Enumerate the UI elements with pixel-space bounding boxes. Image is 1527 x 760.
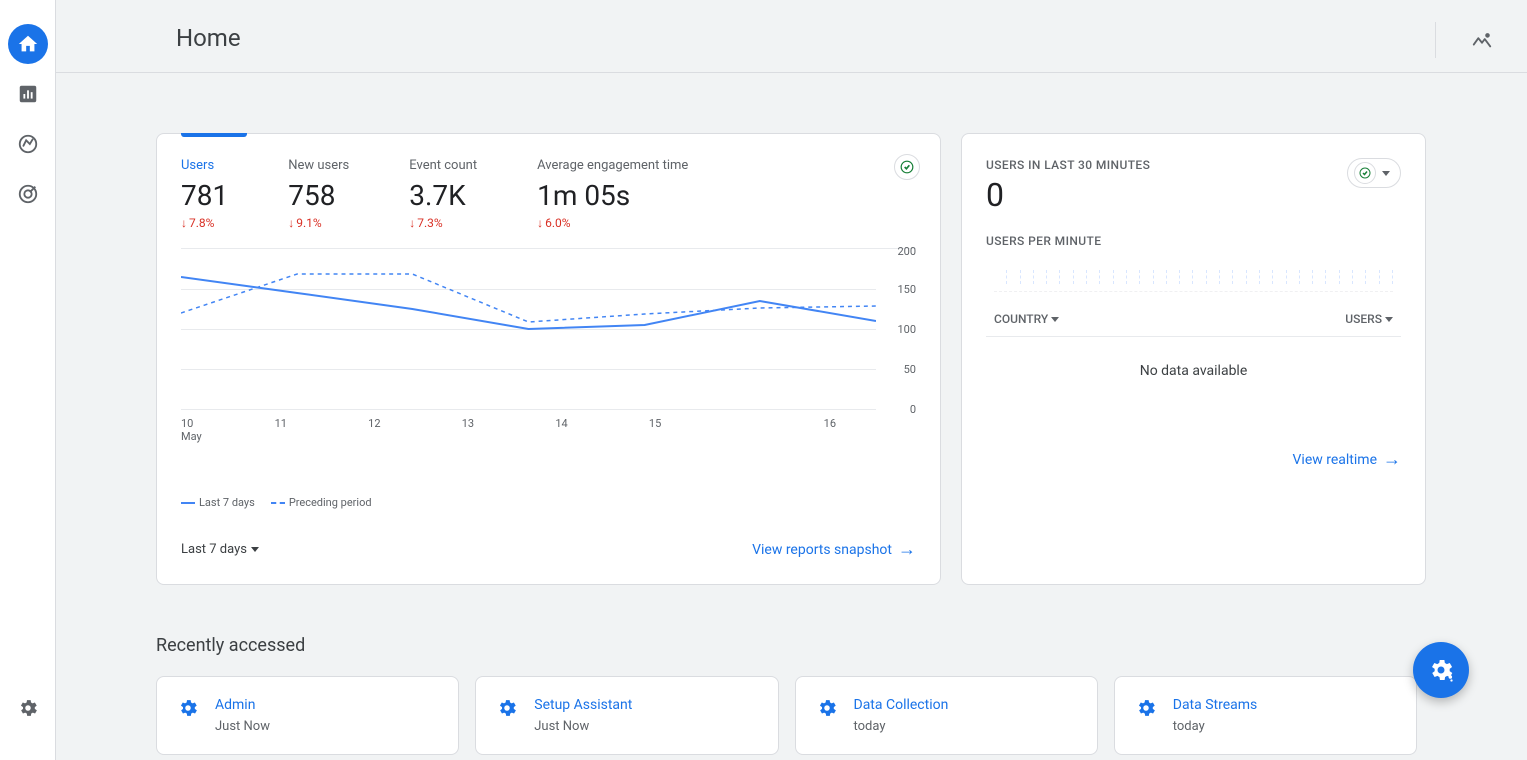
realtime-users-label: USERS IN LAST 30 MINUTES <box>986 158 1150 172</box>
nav-advertising[interactable] <box>8 174 48 214</box>
page-header: Home <box>56 0 1527 73</box>
insights-button[interactable] <box>1435 22 1499 58</box>
users-per-minute-chart <box>994 262 1393 292</box>
recent-card-admin[interactable]: AdminJust Now <box>156 676 459 755</box>
date-range-selector[interactable]: Last 7 days <box>181 542 259 557</box>
metric-engagement[interactable]: Average engagement time 1m 05s ↓6.0% <box>537 158 688 230</box>
home-icon <box>17 33 39 55</box>
realtime-users-value: 0 <box>986 176 1150 214</box>
active-tab-indicator <box>181 133 247 137</box>
check-icon <box>1359 167 1371 179</box>
insights-icon <box>1471 29 1493 51</box>
metrics-card: Users 781 ↓7.8% New users 758 ↓9.1% Even… <box>156 133 941 585</box>
explore-icon <box>17 133 39 155</box>
gear-icon <box>496 697 518 719</box>
realtime-table-header: COUNTRY USERS <box>986 312 1401 337</box>
sidebar <box>0 0 56 760</box>
gear-icon <box>1135 697 1157 719</box>
view-reports-link[interactable]: View reports snapshot→ <box>752 539 916 560</box>
users-chart: 200 150 100 50 0 1011121314151 <box>181 248 916 438</box>
users-column[interactable]: USERS <box>1345 312 1393 326</box>
line-chart-svg <box>181 249 876 411</box>
recent-card-setup[interactable]: Setup AssistantJust Now <box>475 676 778 755</box>
view-realtime-link[interactable]: View realtime→ <box>1293 449 1401 470</box>
reports-icon <box>17 83 39 105</box>
nav-admin[interactable] <box>8 688 48 728</box>
recent-card-data-streams[interactable]: Data Streamstoday <box>1114 676 1417 755</box>
gear-sparkle-icon <box>1427 656 1455 684</box>
nav-home[interactable] <box>8 24 48 64</box>
target-icon <box>17 183 39 205</box>
metric-event-count[interactable]: Event count 3.7K ↓7.3% <box>409 158 477 230</box>
metric-new-users[interactable]: New users 758 ↓9.1% <box>288 158 349 230</box>
fab-setup[interactable] <box>1413 642 1469 698</box>
status-badge[interactable] <box>894 154 920 180</box>
realtime-card: USERS IN LAST 30 MINUTES 0 USERS PER MIN… <box>961 133 1426 585</box>
no-data-message: No data available <box>986 337 1401 449</box>
recent-card-data-collection[interactable]: Data Collectiontoday <box>795 676 1098 755</box>
realtime-status-pill[interactable] <box>1347 158 1401 188</box>
recently-accessed-heading: Recently accessed <box>156 635 1417 656</box>
country-column[interactable]: COUNTRY <box>994 312 1059 326</box>
gear-icon <box>816 697 838 719</box>
check-icon <box>900 160 914 174</box>
metric-users[interactable]: Users 781 ↓7.8% <box>181 158 228 230</box>
users-per-minute-label: USERS PER MINUTE <box>986 234 1401 248</box>
x-axis: 10111213141516 <box>181 417 876 430</box>
recently-accessed-row: AdminJust Now Setup AssistantJust Now Da… <box>156 676 1417 755</box>
chart-legend: Last 7 days Preceding period <box>181 496 916 509</box>
nav-reports[interactable] <box>8 74 48 114</box>
page-title: Home <box>176 24 1475 52</box>
gear-icon <box>177 697 199 719</box>
metrics-row: Users 781 ↓7.8% New users 758 ↓9.1% Even… <box>181 158 916 230</box>
gear-icon <box>17 697 39 719</box>
nav-explore[interactable] <box>8 124 48 164</box>
